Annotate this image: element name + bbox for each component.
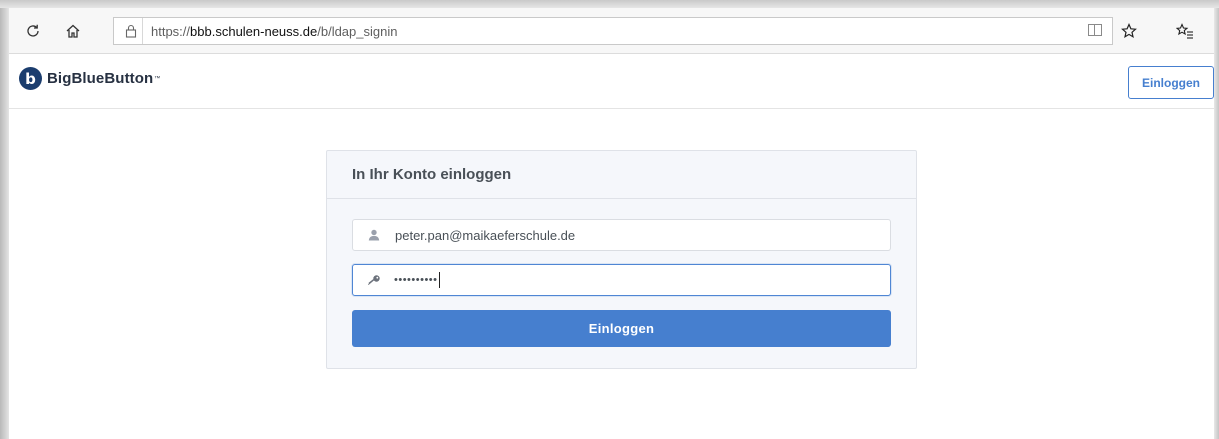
favorites-icon[interactable] bbox=[1174, 20, 1196, 42]
key-icon bbox=[367, 273, 381, 287]
user-icon bbox=[367, 228, 381, 242]
text-caret bbox=[438, 272, 440, 288]
password-mask: •••••••••• bbox=[394, 272, 440, 288]
trademark-mark: ™ bbox=[154, 75, 161, 82]
logo-letter: b bbox=[25, 69, 36, 88]
browser-toolbar: https://bbb.schulen-neuss.de/b/ldap_sign… bbox=[9, 8, 1214, 54]
url-path: /b/ldap_signin bbox=[317, 23, 398, 39]
bigbluebutton-logo-icon: b bbox=[19, 67, 42, 90]
header-login-button[interactable]: Einloggen bbox=[1128, 66, 1214, 99]
window-top-edge bbox=[0, 0, 1219, 8]
login-submit-button[interactable]: Einloggen bbox=[352, 310, 891, 347]
window-right-edge bbox=[1214, 8, 1219, 439]
app-header: b BigBlueButton ™ Einloggen bbox=[9, 54, 1214, 109]
reader-icon[interactable] bbox=[1088, 24, 1102, 36]
login-card-title: In Ihr Konto einloggen bbox=[352, 166, 512, 183]
lock-icon[interactable] bbox=[120, 18, 143, 44]
password-dots: •••••••••• bbox=[394, 273, 438, 286]
brand-logo[interactable]: b BigBlueButton ™ bbox=[19, 67, 160, 90]
email-field[interactable]: peter.pan@maikaeferschule.de bbox=[352, 219, 891, 251]
home-icon[interactable] bbox=[62, 20, 84, 42]
email-value: peter.pan@maikaeferschule.de bbox=[395, 227, 576, 243]
login-card: In Ihr Konto einloggen peter.pan@maikaef… bbox=[326, 150, 917, 369]
brand-name: BigBlueButton bbox=[47, 70, 154, 87]
star-icon[interactable] bbox=[1118, 20, 1140, 42]
address-bar[interactable]: https://bbb.schulen-neuss.de/b/ldap_sign… bbox=[113, 17, 1113, 45]
password-field[interactable]: •••••••••• bbox=[352, 264, 891, 296]
login-card-header: In Ihr Konto einloggen bbox=[327, 151, 916, 199]
url-text: https://bbb.schulen-neuss.de/b/ldap_sign… bbox=[151, 24, 397, 39]
url-domain: bbb.schulen-neuss.de bbox=[190, 23, 318, 39]
window-left-edge bbox=[0, 8, 9, 439]
refresh-icon[interactable] bbox=[22, 20, 44, 42]
url-prefix: https:// bbox=[151, 23, 191, 39]
